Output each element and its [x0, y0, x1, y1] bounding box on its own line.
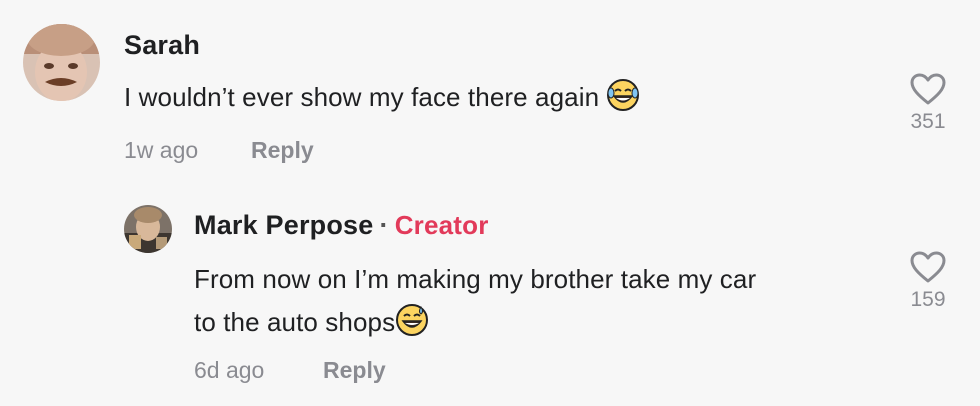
heart-icon — [898, 250, 958, 284]
avatar[interactable] — [124, 205, 172, 253]
comment-text: From now on I’m making my brother take m… — [194, 258, 874, 350]
like-count: 159 — [910, 288, 946, 311]
comment-body-line-2: to the auto shops — [194, 301, 874, 350]
creator-badge: Creator — [394, 210, 489, 240]
avatar[interactable] — [23, 24, 100, 101]
comment-text: I wouldn’t ever show my face there again — [124, 76, 640, 125]
reply-button[interactable]: Reply — [251, 137, 314, 164]
comment-username[interactable]: Mark Perpose · Creator — [194, 210, 489, 241]
grinning-face-with-sweat-icon — [395, 303, 429, 350]
username-text: Mark Perpose — [194, 210, 374, 240]
separator-dot: · — [379, 210, 389, 240]
comment-body: I wouldn’t ever show my face there again — [124, 82, 600, 112]
like-button[interactable]: 159 — [898, 250, 958, 312]
heart-icon — [898, 72, 958, 106]
comment-body-line-1: From now on I’m making my brother take m… — [194, 264, 757, 294]
comment-timestamp: 6d ago — [194, 357, 265, 383]
comment-username[interactable]: Sarah — [124, 30, 200, 61]
comment-body-line-2-text: to the auto shops — [194, 307, 396, 337]
like-count: 351 — [910, 110, 946, 133]
face-with-tears-of-joy-icon — [606, 78, 640, 125]
comment-timestamp: 1w ago — [124, 137, 199, 163]
like-button[interactable]: 351 — [898, 72, 958, 134]
reply-button[interactable]: Reply — [323, 357, 386, 384]
